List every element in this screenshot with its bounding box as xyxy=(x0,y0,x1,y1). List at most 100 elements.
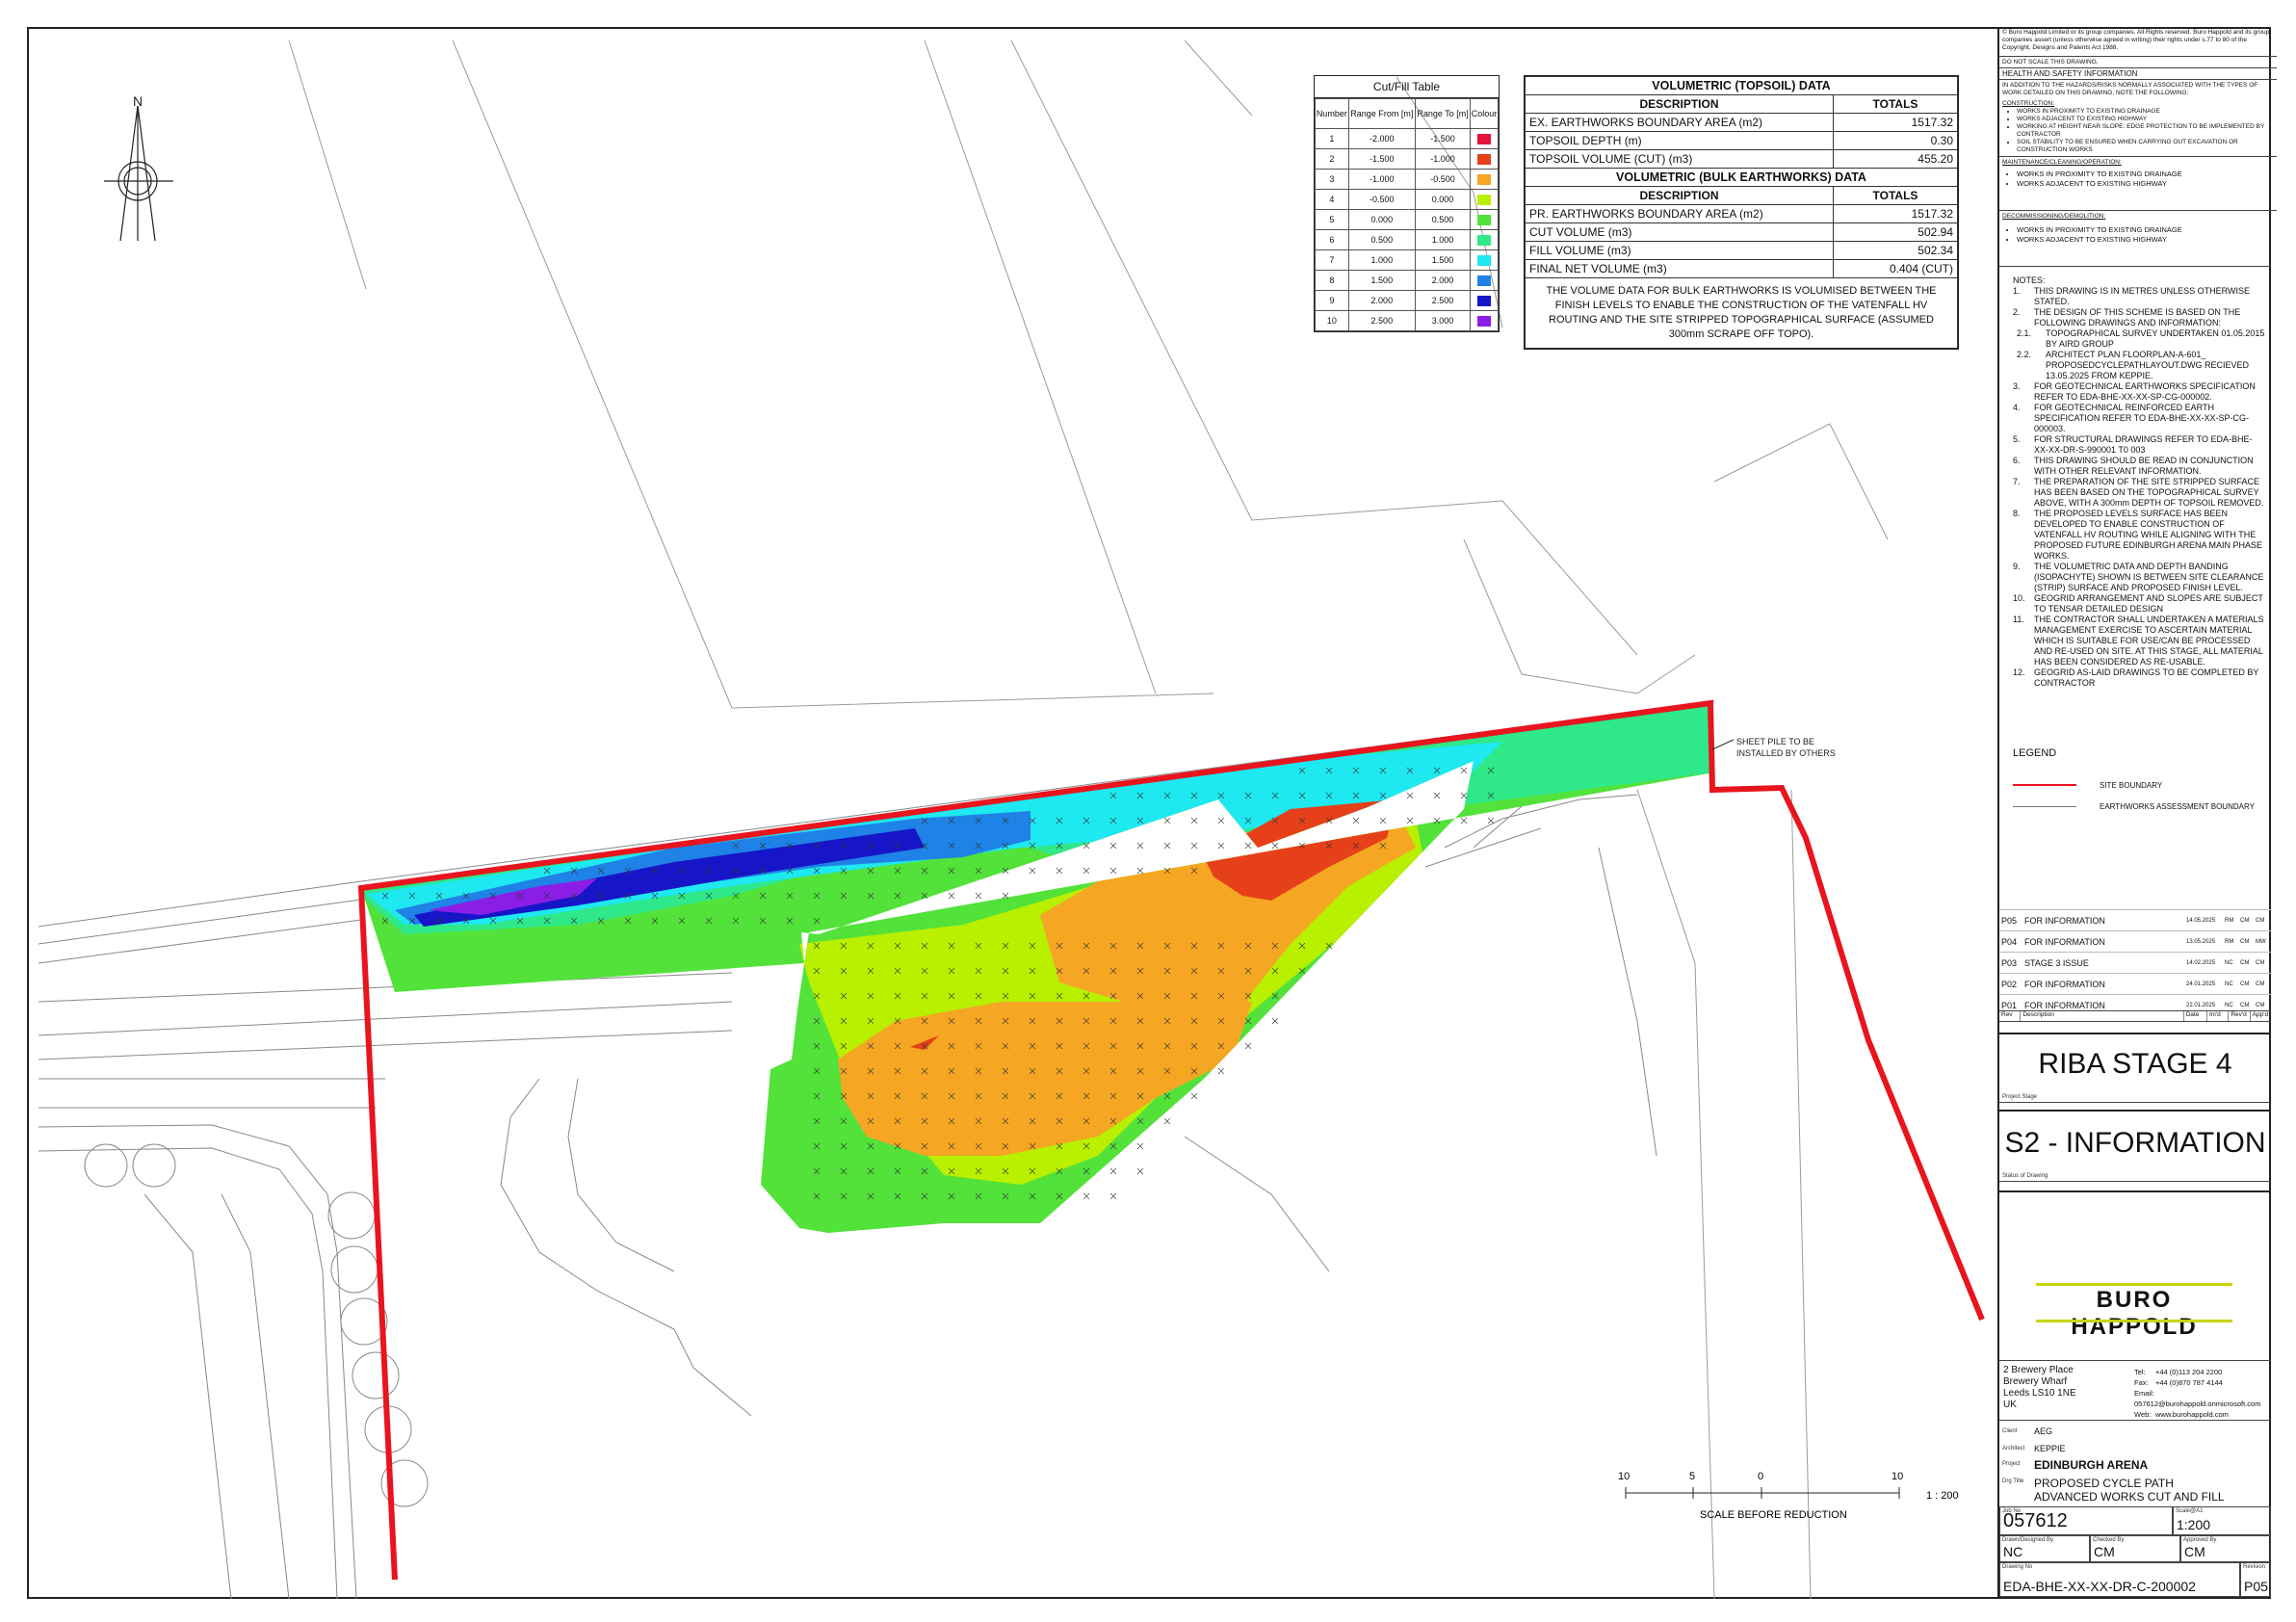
hs-list-item: WORKS IN PROXIMITY TO EXISTING DRAINAGE xyxy=(2017,108,2269,116)
note-item: 2. THE DESIGN OF THIS SCHEME IS BASED ON … xyxy=(2013,307,2265,328)
note-number: 9. xyxy=(2013,562,2021,571)
title-line-2: ADVANCED WORKS CUT AND FILL xyxy=(2034,1490,2225,1504)
scale-label-4: 10 xyxy=(1892,1471,1903,1482)
rev-desc: FOR INFORMATION xyxy=(2024,936,2105,947)
title-label: Drg Title xyxy=(2002,1478,2024,1484)
row-range-from: -2.000 xyxy=(1347,128,1416,149)
address-line: Brewery Wharf xyxy=(2003,1376,2068,1387)
bulk-title: VOLUMETRIC (BULK EARTHWORKS) DATA xyxy=(1525,168,1958,187)
note-item: 3. FOR GEOTECHNICAL EARTHWORKS SPECIFICAT… xyxy=(2013,381,2265,403)
row-range-to: 2.000 xyxy=(1414,270,1472,291)
legend-item: EARTHWORKS ASSESSMENT BOUNDARY xyxy=(2013,796,2265,817)
contact-value: 057612@burohappold.onmicrosoft.com xyxy=(2134,1400,2261,1408)
note-number: 2. xyxy=(2013,307,2021,317)
level-marker xyxy=(1109,1192,1117,1200)
rev-header-revd: Rev'd xyxy=(2229,1011,2251,1021)
construction-list: WORKS IN PROXIMITY TO EXISTING DRAINAGE W… xyxy=(1999,106,2272,156)
job-no-cell: Job No 057612 xyxy=(1999,1506,2173,1535)
note-text: ARCHITECT PLAN FLOORPLAN-A-601_ PROPOSED… xyxy=(2046,350,2250,380)
topsoil-totals-header: TOTALS xyxy=(1833,94,1958,114)
logo-area: BURO HAPPOLD xyxy=(1999,1190,2271,1362)
scale: 1:200 xyxy=(2177,1517,2211,1532)
legend-title: LEGEND xyxy=(2013,747,2057,759)
hs-list-item: WORKING AT HEIGHT NEAR SLOPE: EDGE PROTE… xyxy=(2017,123,2269,139)
bulk-totals-header: TOTALS xyxy=(1833,186,1958,205)
note-item: 10. GEOGRID ARRANGEMENT AND SLOPES ARE SU… xyxy=(2013,593,2265,615)
contact-value: www.burohappold.com xyxy=(2155,1410,2229,1419)
row-number: 10 xyxy=(1315,310,1349,331)
level-marker xyxy=(1460,767,1468,774)
architect: KEPPIE xyxy=(2034,1444,2066,1453)
cut-fill-row: 2 -1.500 -1.000 xyxy=(1315,148,1499,170)
rev-revd: CM xyxy=(2240,938,2250,945)
row-colour xyxy=(1470,310,1499,331)
note-number: 3. xyxy=(2013,381,2021,391)
level-marker xyxy=(1352,817,1360,824)
address-line: UK xyxy=(2003,1400,2017,1410)
row-range-to: -1.000 xyxy=(1414,148,1472,170)
rev-appd: CM xyxy=(2256,1002,2265,1008)
cut-fill-row: 3 -1.000 -0.500 xyxy=(1315,169,1499,190)
address: 2 Brewery Place Brewery Wharf Leeds LS10 1… xyxy=(2003,1365,2076,1411)
volumetric-label: EX. EARTHWORKS BOUNDARY AREA (m2) xyxy=(1525,113,1834,132)
row-colour xyxy=(1470,128,1499,149)
rev-code: P03 xyxy=(2001,957,2018,968)
level-marker xyxy=(1487,817,1495,824)
note-text: TOPOGRAPHICAL SURVEY UNDERTAKEN 01.05.20… xyxy=(2046,328,2265,349)
level-marker xyxy=(1217,817,1225,824)
colour-swatch xyxy=(1477,214,1492,225)
row-range-to: 0.000 xyxy=(1414,189,1472,210)
note-text: THIS DRAWING SHOULD BE READ IN CONJUNCTI… xyxy=(2034,456,2254,476)
volumetric-table: VOLUMETRIC (TOPSOIL) DATA DESCRIPTION TO… xyxy=(1524,75,1959,350)
row-range-to: 3.000 xyxy=(1414,310,1472,331)
row-range-from: 1.500 xyxy=(1347,270,1416,291)
level-marker xyxy=(1271,842,1279,850)
hs-list-item: WORKS ADJACENT TO EXISTING HIGHWAY xyxy=(2017,179,2269,189)
row-number: 8 xyxy=(1315,270,1349,291)
cut-fill-row: 7 1.000 1.500 xyxy=(1315,249,1499,271)
volumetric-row: EX. EARTHWORKS BOUNDARY AREA (m2) 1517.32 xyxy=(1525,113,1958,132)
rev-appd: CM xyxy=(2256,981,2265,987)
scale-label-3: 0 xyxy=(1758,1471,1763,1482)
volumetric-value: 502.94 xyxy=(1833,222,1958,242)
rev-header-rev: Rev xyxy=(1999,1011,2022,1021)
legend-line xyxy=(2013,805,2076,807)
rev-code: P01 xyxy=(2001,1000,2018,1010)
hs-list-item: WORKS IN PROXIMITY TO EXISTING DRAINAGE xyxy=(2017,225,2269,235)
topsoil-title: VOLUMETRIC (TOPSOIL) DATA xyxy=(1525,76,1958,95)
volumetric-row: FILL VOLUME (m3) 502.34 xyxy=(1525,241,1958,260)
level-marker xyxy=(1056,867,1063,875)
level-marker xyxy=(1083,1192,1090,1200)
bulk-desc-header: DESCRIPTION xyxy=(1525,186,1834,205)
level-marker xyxy=(1136,842,1144,850)
level-marker xyxy=(1190,1092,1198,1100)
job-no: 057612 xyxy=(2003,1510,2068,1531)
scale-label-1: 10 xyxy=(1618,1471,1630,1482)
contact-line: Tel: +44 (0)113 204 2200 xyxy=(2134,1367,2271,1377)
row-range-from: 1.000 xyxy=(1347,249,1416,271)
row-colour xyxy=(1470,290,1499,311)
level-marker xyxy=(1109,842,1117,850)
note-text: FOR GEOTECHNICAL EARTHWORKS SPECIFICATIO… xyxy=(2034,381,2256,402)
rev-initd: NC xyxy=(2225,959,2233,966)
note-number: 10. xyxy=(2013,593,2025,603)
drawn: NC xyxy=(2003,1544,2023,1559)
level-marker xyxy=(1163,842,1171,850)
status: S2 - INFORMATION xyxy=(2004,1127,2266,1159)
hs-intro: IN ADDITION TO THE HAZARDS/RISKS NORMALL… xyxy=(1999,79,2277,99)
colour-swatch xyxy=(1477,173,1492,185)
col-range-to: Range To [m] xyxy=(1414,98,1472,129)
row-colour xyxy=(1470,169,1499,190)
note-item: 11. THE CONTRACTOR SHALL UNDERTAKEN A MAT… xyxy=(2013,615,2265,667)
note-number: 1. xyxy=(2013,286,2021,296)
level-marker xyxy=(1271,1017,1279,1025)
note-text: GEOGRID ARRANGEMENT AND SLOPES ARE SUBJE… xyxy=(2034,593,2263,614)
client: AEG xyxy=(2034,1426,2053,1436)
volumetric-row: TOPSOIL VOLUME (CUT) (m3) 455.20 xyxy=(1525,149,1958,169)
cut-fill-row: 9 2.000 2.500 xyxy=(1315,290,1499,311)
colour-swatch xyxy=(1477,254,1492,266)
rev-appd: CM xyxy=(2256,959,2265,966)
legend-item: SITE BOUNDARY xyxy=(2013,774,2265,796)
note-number: 2.2. xyxy=(2017,350,2032,359)
level-marker xyxy=(975,892,982,900)
